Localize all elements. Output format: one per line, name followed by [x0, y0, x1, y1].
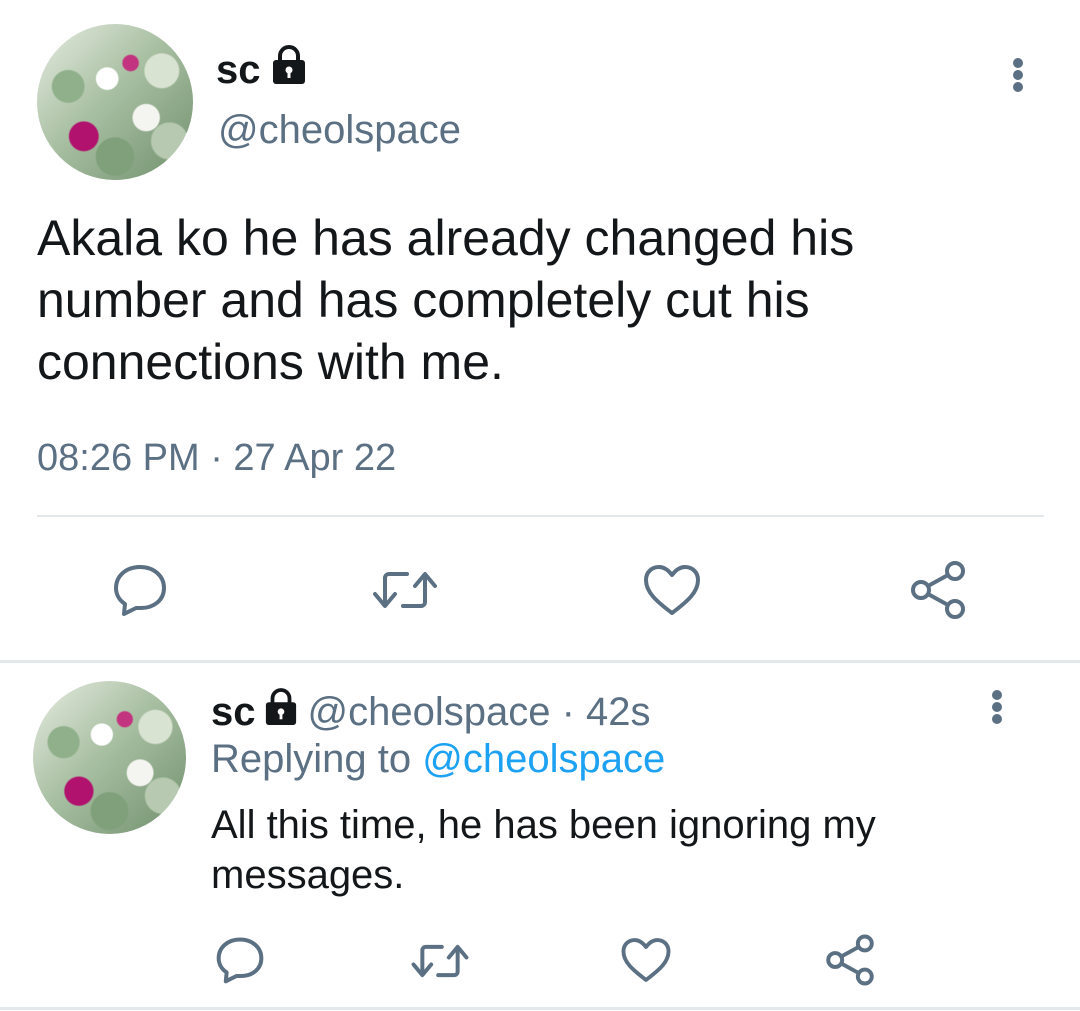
share-icon[interactable] — [906, 558, 970, 622]
avatar[interactable] — [37, 24, 193, 180]
more-options-icon[interactable] — [1011, 58, 1025, 92]
share-icon[interactable] — [822, 932, 878, 988]
like-heart-icon[interactable] — [618, 934, 674, 986]
handle[interactable]: @cheolspace — [218, 108, 461, 153]
retweet-icon[interactable] — [370, 562, 440, 618]
replying-to-label: Replying to — [211, 737, 412, 781]
reply-header: sc @cheolspace · 42s — [211, 688, 651, 736]
replying-to-mention[interactable]: @cheolspace — [422, 737, 665, 781]
like-heart-icon[interactable] — [640, 560, 704, 620]
reply-icon[interactable] — [110, 560, 170, 620]
tweet-text: All this time, he has been ignoring my m… — [211, 803, 876, 897]
retweet-icon[interactable] — [408, 936, 472, 986]
tweet-text: Akala ko he has already changed his numb… — [37, 210, 855, 390]
reply-icon[interactable] — [213, 934, 267, 986]
lock-icon — [271, 45, 307, 95]
handle-meta[interactable]: @cheolspace · 42s — [308, 690, 651, 735]
lock-icon — [264, 688, 298, 736]
replying-to: Replying to @cheolspace — [211, 737, 665, 782]
more-options-icon[interactable] — [990, 690, 1004, 724]
display-name[interactable]: sc — [216, 45, 307, 95]
divider — [0, 1007, 1080, 1010]
timestamp[interactable]: 08:26 PM · 27 Apr 22 — [37, 437, 396, 480]
display-name[interactable]: sc — [211, 690, 256, 735]
divider — [37, 515, 1044, 517]
display-name-text: sc — [216, 47, 261, 92]
divider — [0, 660, 1080, 663]
avatar[interactable] — [33, 681, 186, 834]
